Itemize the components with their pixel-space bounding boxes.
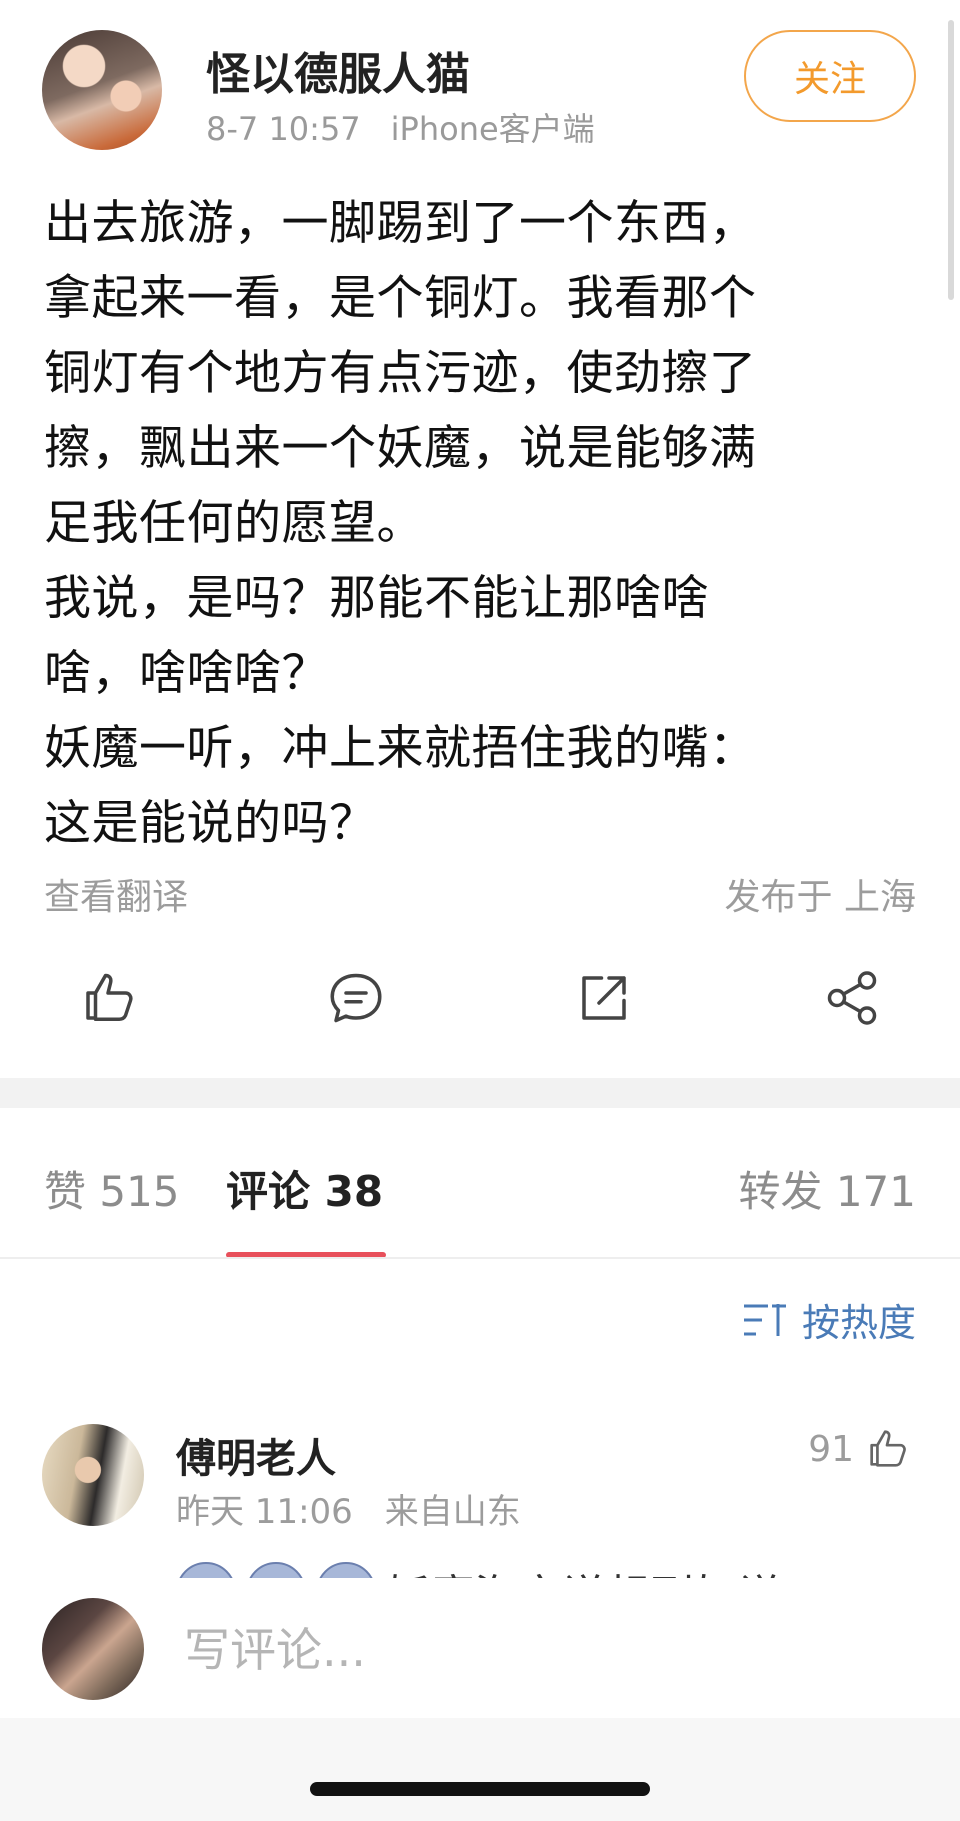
thumb-up-icon [870,1430,906,1467]
commenter-avatar[interactable] [42,1424,144,1526]
comment-body: 妖魔海充说想到妇说 [386,1560,782,1578]
comment-meta: 昨天 11:06 来自山东 [176,1484,521,1533]
follow-button[interactable]: 关注 [744,30,916,122]
section-divider [0,1078,960,1108]
sort-button[interactable]: 按热度 [742,1292,916,1347]
tab-comments[interactable]: 评论 38 [226,1158,383,1219]
comment-like-button[interactable]: 91 [808,1426,910,1472]
post-location: 发布于 上海 [724,877,916,918]
post-source: iPhone客户端 [390,110,595,148]
comment-text-clip: 妖魔海充说想到妇说 [176,1560,916,1578]
emoji-icon [176,1562,236,1578]
share-button[interactable] [822,968,882,1028]
sort-icon [743,1303,786,1336]
thumb-up-icon [86,973,133,1021]
comment-input[interactable] [184,1618,924,1682]
scrollbar[interactable] [948,20,954,300]
author-name[interactable]: 怪以德服人猫 [206,38,470,102]
repost-button[interactable] [574,968,634,1028]
share-icon [827,971,877,1025]
sort-label: 按热度 [801,1301,916,1345]
post-content: 出去旅游，一脚踢到了一个东西， 拿起来一看，是个铜灯。我看那个 铜灯有个地方有点… [44,196,757,851]
comment-text: 妖魔海充说想到妇说 [176,1560,782,1578]
comment-like-count: 91 [808,1428,854,1470]
translate-link[interactable]: 查看翻译 [44,868,188,920]
tab-reposts[interactable]: 转发 171 [738,1158,916,1219]
like-button[interactable] [78,968,138,1028]
tab-divider [0,1257,960,1259]
tab-likes[interactable]: 赞 515 [44,1158,180,1219]
comment-bubble-icon [330,973,382,1023]
commenter-name[interactable]: 傅明老人 [176,1426,336,1484]
emoji-icon [246,1562,306,1578]
author-avatar[interactable] [42,30,162,150]
post-meta: 8-7 10:57 iPhone客户端 [206,104,595,150]
home-indicator[interactable] [310,1782,650,1796]
emoji-icon [316,1562,376,1578]
comment-location: 来自山东 [384,1492,521,1532]
comment-button[interactable] [326,968,386,1028]
my-avatar [42,1598,144,1700]
repost-icon [582,976,626,1020]
post-time: 8-7 10:57 [206,110,361,148]
bottom-safe-area [0,1718,960,1821]
comment-time: 昨天 11:06 [176,1492,353,1532]
